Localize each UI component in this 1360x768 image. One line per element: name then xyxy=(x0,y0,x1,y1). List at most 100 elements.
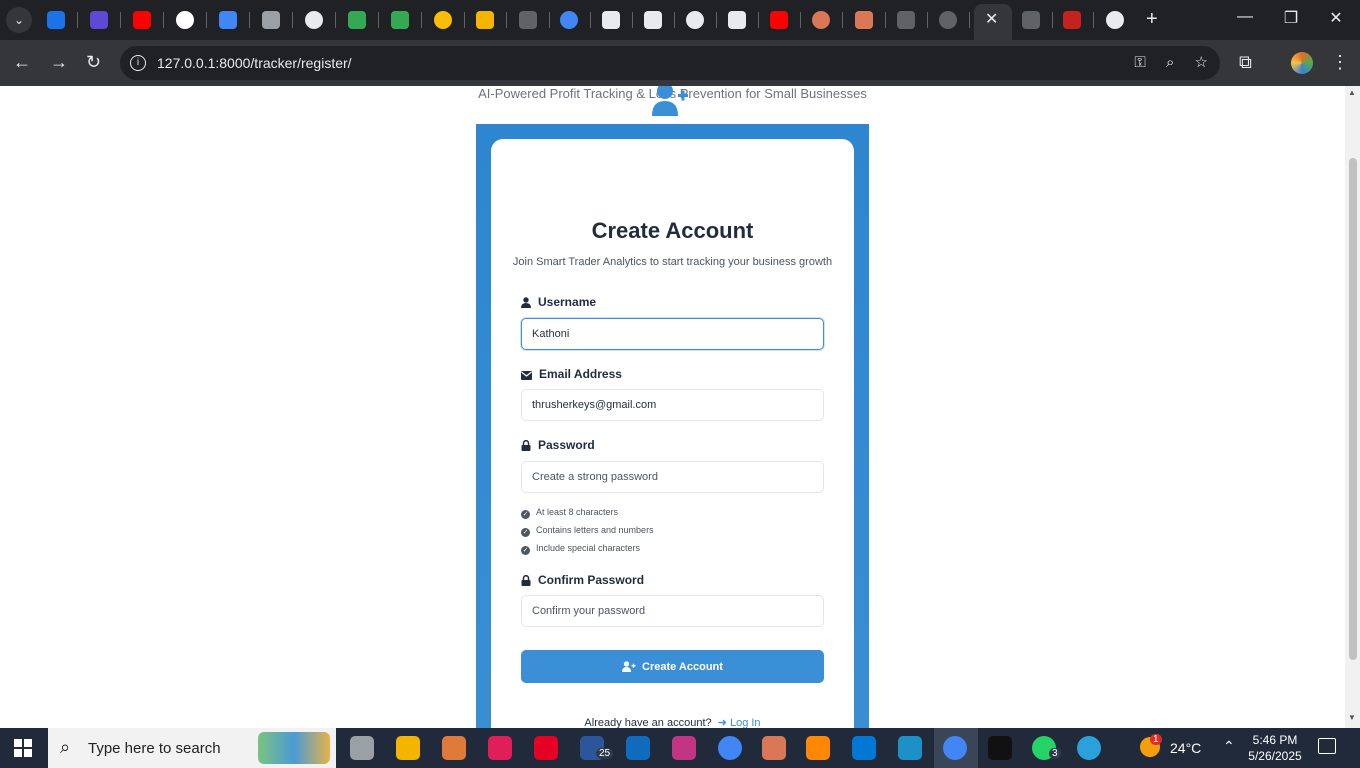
copilot-icon[interactable] xyxy=(442,736,466,760)
clock-date: 5/26/2025 xyxy=(1248,749,1302,763)
username-label: Username xyxy=(521,295,596,309)
tab-favicon-icon[interactable] xyxy=(770,11,788,29)
requirement-item: ✓ At least 8 characters xyxy=(521,507,619,519)
tab-separator xyxy=(885,12,886,28)
tab-search-button[interactable]: ⌄ xyxy=(6,7,32,33)
tab-separator xyxy=(1052,12,1053,28)
extensions-icon[interactable]: ⧉ xyxy=(1239,52,1252,73)
vscode-icon[interactable] xyxy=(852,736,876,760)
tab-favicon-icon[interactable] xyxy=(897,11,915,29)
profile-avatar[interactable] xyxy=(1291,52,1313,74)
tab-favicon-icon[interactable] xyxy=(90,11,108,29)
tab-separator xyxy=(292,12,293,28)
tab-favicon-icon[interactable] xyxy=(176,11,194,29)
tab-separator xyxy=(464,12,465,28)
menu-icon[interactable]: ⋮ xyxy=(1331,52,1349,73)
tab-favicon-icon[interactable] xyxy=(728,11,746,29)
password-input[interactable] xyxy=(521,461,824,493)
tab-separator xyxy=(549,12,550,28)
tab-favicon-icon[interactable] xyxy=(519,11,537,29)
tab-favicon-icon[interactable] xyxy=(560,11,578,29)
scroll-thumb[interactable] xyxy=(1349,158,1357,660)
tab-favicon-icon[interactable] xyxy=(1022,11,1040,29)
check-circle-icon: ✓ xyxy=(521,510,530,519)
tab-favicon-icon[interactable] xyxy=(391,11,409,29)
confirm-password-input[interactable] xyxy=(521,595,824,627)
taskbar-search[interactable]: ⌕ Type here to search xyxy=(48,728,336,768)
scroll-down-arrow-icon[interactable]: ▼ xyxy=(1348,713,1356,722)
pinterest-icon[interactable] xyxy=(534,736,558,760)
windows-start-icon[interactable] xyxy=(14,739,32,762)
clock-time: 5:46 PM xyxy=(1252,733,1298,747)
temperature[interactable]: 24°C xyxy=(1170,740,1201,756)
file-explorer-icon[interactable] xyxy=(396,736,420,760)
tab-favicon-icon[interactable] xyxy=(602,11,620,29)
notification-icon[interactable] xyxy=(1318,738,1336,754)
lock-icon xyxy=(521,439,531,451)
tab-separator xyxy=(927,12,928,28)
tab-favicon-icon[interactable] xyxy=(1063,11,1081,29)
site-info-icon[interactable]: i xyxy=(130,55,146,71)
tab-strip: ⌄ ✕ + — ❐ ✕ xyxy=(0,0,1360,40)
chrome-active-icon[interactable] xyxy=(943,736,967,760)
page-viewport: AI-Powered Profit Tracking & Loss Preven… xyxy=(0,86,1345,728)
instagram-icon[interactable] xyxy=(672,736,696,760)
restore-button[interactable]: ❐ xyxy=(1271,8,1311,28)
envelope-icon xyxy=(521,371,532,380)
cursor-icon[interactable] xyxy=(988,736,1012,760)
chrome-icon[interactable] xyxy=(718,736,742,760)
tab-favicon-icon[interactable] xyxy=(939,11,957,29)
tab-favicon-icon[interactable] xyxy=(476,11,494,29)
create-account-button[interactable]: Create Account xyxy=(521,650,824,683)
search-highlight-image xyxy=(258,732,330,764)
slack-icon[interactable] xyxy=(488,736,512,760)
page-scrollbar[interactable]: ▲ ▼ xyxy=(1345,86,1360,728)
tab-separator xyxy=(77,12,78,28)
tab-favicon-icon[interactable] xyxy=(1106,11,1124,29)
tab-favicon-icon[interactable] xyxy=(219,11,237,29)
tab-separator xyxy=(758,12,759,28)
scroll-up-arrow-icon[interactable]: ▲ xyxy=(1348,88,1356,97)
bookmark-star-icon[interactable]: ☆ xyxy=(1195,54,1208,71)
tab-favicon-icon[interactable] xyxy=(644,11,662,29)
tray-chevron-up-icon[interactable]: ⌃ xyxy=(1223,738,1235,755)
mysql-icon[interactable] xyxy=(898,736,922,760)
zoom-icon[interactable]: ⌕ xyxy=(1166,54,1174,71)
tab-separator xyxy=(335,12,336,28)
reload-icon[interactable]: ↻ xyxy=(86,52,101,73)
tab-favicon-icon[interactable] xyxy=(434,11,452,29)
tab-separator xyxy=(120,12,121,28)
close-window-button[interactable]: ✕ xyxy=(1316,8,1356,28)
telegram-icon[interactable] xyxy=(1077,736,1101,760)
tab-separator xyxy=(969,12,970,28)
tab-separator xyxy=(206,12,207,28)
outlook-icon[interactable] xyxy=(626,736,650,760)
tab-favicon-icon[interactable] xyxy=(855,11,873,29)
minimize-button[interactable]: — xyxy=(1225,8,1265,26)
browser-toolbar: ← → ↻ i 127.0.0.1:8000/tracker/register/… xyxy=(0,40,1360,86)
username-input[interactable] xyxy=(521,318,824,350)
login-link[interactable]: ➜ Log In xyxy=(718,717,761,728)
address-bar[interactable]: i 127.0.0.1:8000/tracker/register/ ⚿ ⌕ ☆ xyxy=(120,46,1220,80)
tab-favicon-icon[interactable] xyxy=(686,11,704,29)
tab-favicon-icon[interactable] xyxy=(812,11,830,29)
tab-favicon-icon[interactable] xyxy=(47,11,65,29)
tab-favicon-icon[interactable] xyxy=(348,11,366,29)
email-input[interactable] xyxy=(521,389,824,421)
new-tab-button[interactable]: + xyxy=(1146,8,1158,31)
tab-separator xyxy=(632,12,633,28)
url-text[interactable]: 127.0.0.1:8000/tracker/register/ xyxy=(157,55,352,71)
vlc-icon[interactable] xyxy=(806,736,830,760)
search-icon: ⌕ xyxy=(60,737,71,757)
task-view-icon[interactable] xyxy=(350,736,374,760)
paint-icon[interactable] xyxy=(762,736,786,760)
tab-favicon-icon[interactable] xyxy=(262,11,280,29)
tab-favicon-icon[interactable] xyxy=(305,11,323,29)
clock[interactable]: 5:46 PM 5/26/2025 xyxy=(1246,732,1304,764)
page-subtitle: Join Smart Trader Analytics to start tra… xyxy=(512,256,833,268)
forward-icon[interactable]: → xyxy=(50,52,68,73)
password-key-icon[interactable]: ⚿ xyxy=(1134,54,1145,71)
tab-favicon-icon[interactable] xyxy=(133,11,151,29)
back-icon[interactable]: ← xyxy=(13,52,31,73)
close-tab-icon[interactable]: ✕ xyxy=(985,9,998,29)
